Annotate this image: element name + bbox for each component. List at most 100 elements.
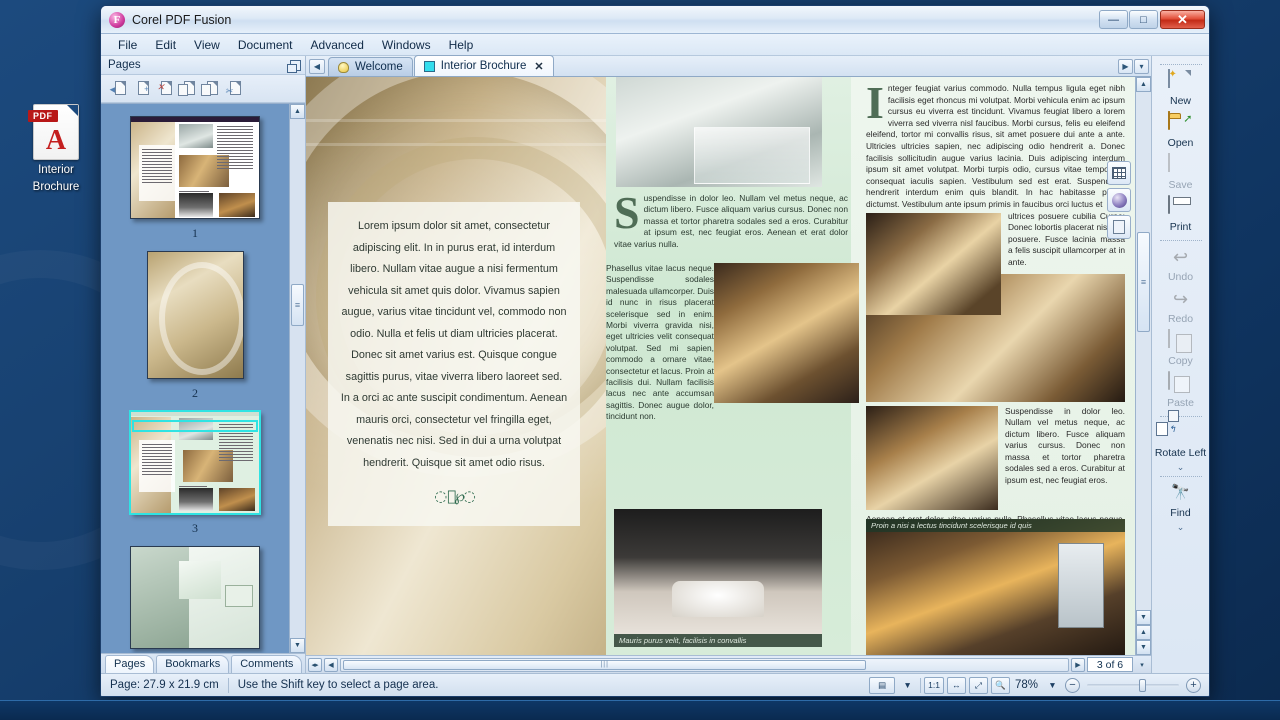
panel-tab-comments[interactable]: Comments	[231, 655, 302, 673]
page-thumbnail-list[interactable]: 1 2	[101, 103, 305, 653]
toolbar-new-button[interactable]: ✦ New	[1152, 68, 1209, 110]
tab-scroll-left-button[interactable]: ◀	[309, 59, 325, 74]
zoom-tool-button[interactable]: 🔍	[991, 677, 1010, 694]
scroll-right-button[interactable]: ▶	[1071, 658, 1085, 672]
next-page-button[interactable]: ▼	[1136, 640, 1151, 655]
toolbar-find-expander[interactable]: ⌄	[1177, 523, 1185, 532]
actual-size-button[interactable]: 1:1	[924, 677, 944, 694]
menu-help[interactable]: Help	[440, 36, 483, 54]
toolbar-rotate-expander[interactable]: ⌄	[1177, 463, 1185, 472]
tab-list-button[interactable]: ▾	[1134, 59, 1149, 74]
toolbar-undo-button[interactable]: ↩ Undo	[1152, 244, 1209, 286]
previous-view-button[interactable]: ◂▸	[308, 658, 322, 672]
copy-icon	[1168, 330, 1194, 354]
close-tab-icon[interactable]: ✕	[534, 60, 543, 73]
thumbnail-scroll-up-button[interactable]: ▲	[290, 104, 305, 119]
page-indicator[interactable]: 3 of 6	[1087, 657, 1133, 672]
insert-page-after-icon[interactable]: +	[132, 81, 149, 96]
thumbnail-scrollbar[interactable]: ▲ ▼	[289, 104, 305, 653]
toolbar-rotate-left-button[interactable]: ↰ Rotate Left	[1152, 420, 1209, 462]
menu-windows[interactable]: Windows	[373, 36, 440, 54]
panel-tab-bookmarks[interactable]: Bookmarks	[156, 655, 229, 673]
menu-view[interactable]: View	[185, 36, 229, 54]
zoom-out-button[interactable]: −	[1065, 678, 1080, 693]
zoom-in-button[interactable]: +	[1186, 678, 1201, 693]
status-bar: Page: 27.9 x 21.9 cm Use the Shift key t…	[101, 673, 1209, 696]
thumbnail-item[interactable]: 4	[101, 546, 289, 653]
toolbar-open-button[interactable]: ➚ Open	[1152, 110, 1209, 152]
tab-strip-controls: ▶ ▾	[1118, 59, 1151, 76]
rotate-page-right-icon[interactable]	[201, 81, 218, 96]
thumbnail-item[interactable]: 2	[101, 251, 289, 401]
scroll-left-button[interactable]: ◀	[324, 658, 338, 672]
thumbnail-scroll-thumb[interactable]	[291, 284, 304, 326]
delete-page-icon[interactable]: ✕	[155, 81, 172, 96]
rotate-page-left-icon[interactable]	[178, 81, 195, 96]
thumbnail-item[interactable]: 3	[101, 411, 289, 536]
horizontal-scroll-thumb[interactable]	[343, 660, 866, 670]
thumbnail-page-2[interactable]	[147, 251, 244, 379]
thumbnail-number: 3	[101, 521, 289, 536]
zoom-level-value[interactable]: 78%	[1013, 679, 1040, 691]
menu-edit[interactable]: Edit	[146, 36, 185, 54]
fit-width-button[interactable]: ↔	[947, 677, 966, 694]
toolbar-print-button[interactable]: Print	[1152, 194, 1209, 236]
thumbnail-item[interactable]: 1	[101, 116, 289, 241]
menu-advanced[interactable]: Advanced	[302, 36, 373, 54]
zoom-slider-knob[interactable]	[1139, 679, 1146, 692]
thumbnail-preview	[131, 117, 259, 218]
document-tab-interior-brochure[interactable]: Interior Brochure ✕	[414, 55, 554, 76]
document-vertical-scrollbar[interactable]: ▲ ▼ ▲ ▼	[1135, 77, 1151, 655]
page-properties-icon[interactable]	[1107, 215, 1131, 239]
pages-panel-toolbar: ◀ + ✕ ✂	[101, 75, 305, 103]
window-controls: — □ ✕	[1098, 10, 1207, 29]
redo-arrow-icon: ↪	[1168, 288, 1194, 312]
footer-overflow-button[interactable]: ▾	[1135, 658, 1149, 672]
restore-panel-icon[interactable]	[290, 60, 301, 71]
panel-tab-pages[interactable]: Pages	[105, 655, 154, 673]
pdf-page-spread[interactable]: Lorem ipsum dolor sit amet, consectetur …	[306, 77, 1135, 655]
kitchen-photo-caption: Proin a nisi a lectus tincidunt sceleris…	[866, 519, 1125, 532]
new-document-icon: ✦	[1168, 70, 1194, 94]
toolbar-copy-button[interactable]: Copy	[1152, 328, 1209, 370]
thumbnail-page-3[interactable]	[130, 411, 260, 514]
web-globe-icon[interactable]	[1107, 188, 1131, 212]
page-view-area[interactable]: Lorem ipsum dolor sit amet, consectetur …	[306, 77, 1151, 655]
page-layout-caret-icon[interactable]: ▼	[898, 677, 917, 694]
insert-page-before-icon[interactable]: ◀	[109, 81, 126, 96]
page-layout-icon[interactable]: ▤	[869, 677, 895, 694]
dropcap-i: I	[866, 85, 884, 121]
scroll-up-button[interactable]: ▲	[1136, 77, 1151, 92]
close-button[interactable]: ✕	[1160, 10, 1205, 29]
zoom-caret-icon[interactable]: ▼	[1043, 677, 1062, 694]
tab-scroll-right-button[interactable]: ▶	[1118, 59, 1133, 74]
menu-file[interactable]: File	[109, 36, 146, 54]
document-horizontal-scrollbar[interactable]	[340, 658, 1069, 672]
bedroom-photo: Mauris purus velit, facilisis in convall…	[614, 509, 822, 647]
previous-page-button[interactable]: ▲	[1136, 625, 1151, 640]
toolbar-save-button[interactable]: Save	[1152, 152, 1209, 194]
minimize-button[interactable]: —	[1099, 10, 1128, 29]
scroll-down-button[interactable]: ▼	[1136, 610, 1151, 625]
menu-document[interactable]: Document	[229, 36, 302, 54]
thumbnail-scroll-down-button[interactable]: ▼	[290, 638, 305, 653]
toolbar-paste-button[interactable]: Paste	[1152, 370, 1209, 412]
left-page-text-block: Lorem ipsum dolor sit amet, consectetur …	[328, 202, 580, 526]
fit-page-button[interactable]: ⤢	[969, 677, 988, 694]
pages-panel-header: Pages	[101, 56, 305, 75]
toolbar-find-button[interactable]: 🔭 Find	[1152, 480, 1209, 522]
thumbnail-page-1[interactable]	[130, 116, 260, 219]
toolbar-redo-label: Redo	[1168, 313, 1193, 325]
desktop-icon-interior-brochure[interactable]: PDF A Interior Brochure	[18, 104, 94, 194]
maximize-button[interactable]: □	[1129, 10, 1158, 29]
document-tab-welcome[interactable]: Welcome	[328, 57, 413, 76]
vertical-scroll-thumb[interactable]	[1137, 232, 1150, 332]
toolbar-redo-button[interactable]: ↪ Redo	[1152, 286, 1209, 328]
bedroom-photo-detail	[672, 581, 764, 617]
thumbnail-page-4[interactable]	[130, 546, 260, 649]
title-bar[interactable]: F Corel PDF Fusion — □ ✕	[101, 6, 1209, 34]
grid-view-icon[interactable]	[1107, 161, 1131, 185]
toolbar-open-label: Open	[1168, 137, 1194, 149]
zoom-slider[interactable]	[1087, 678, 1179, 692]
extract-pages-icon[interactable]: ✂	[224, 81, 241, 96]
